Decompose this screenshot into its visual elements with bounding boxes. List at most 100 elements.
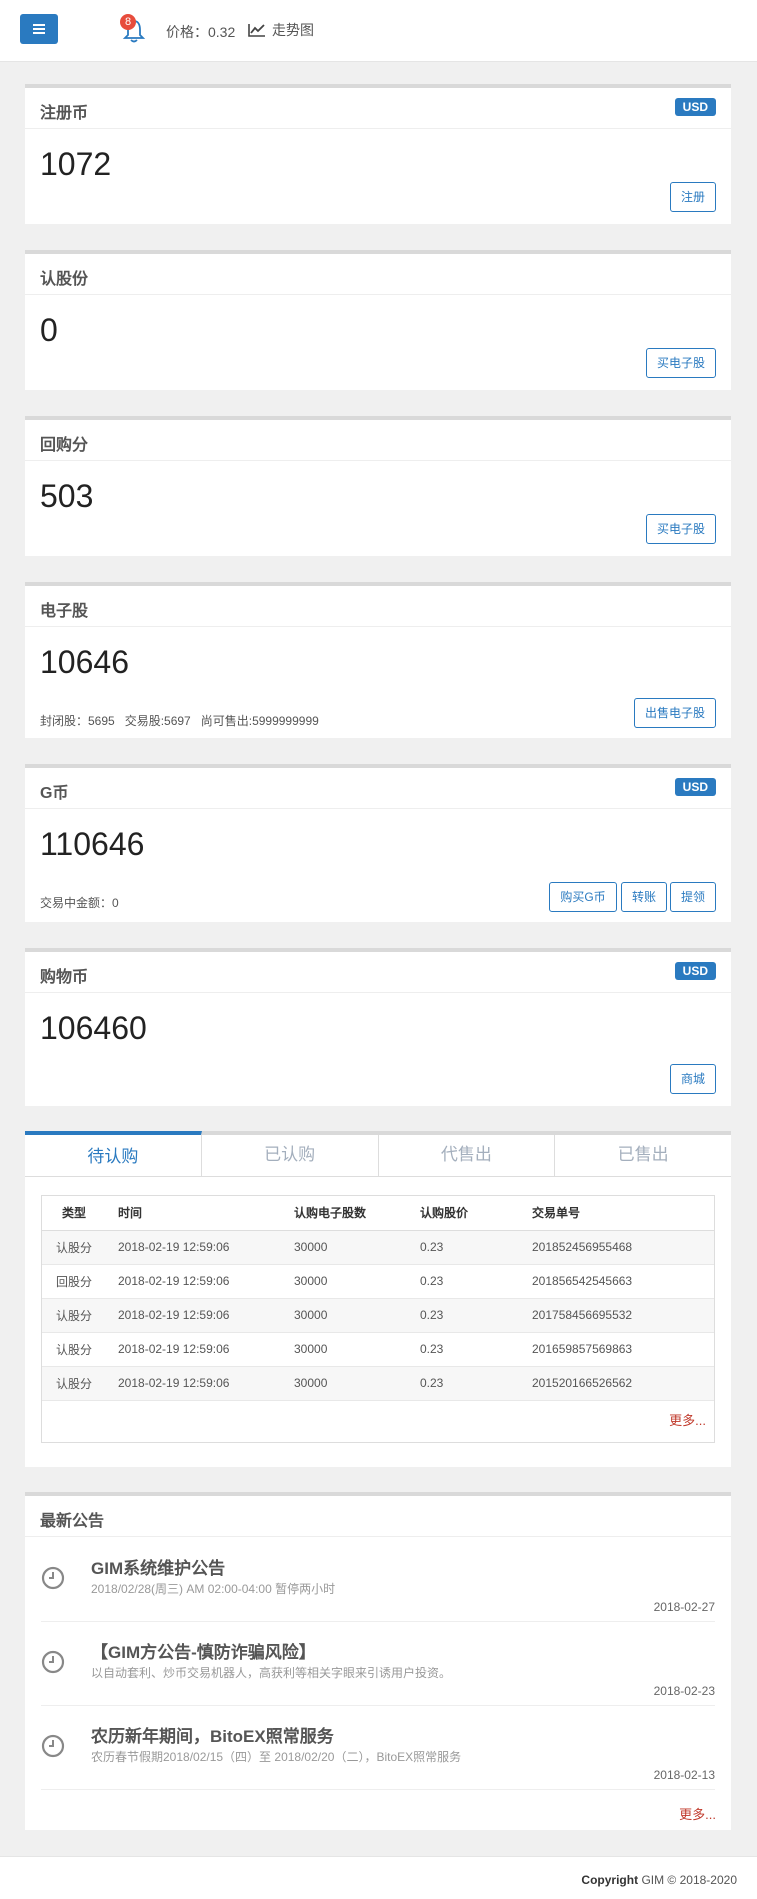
- card-header: 认股份: [25, 254, 731, 295]
- table-header-row: 类型 时间 认购电子股数 认购股价 交易单号: [42, 1196, 714, 1231]
- card-header: 注册币 USD: [25, 88, 731, 129]
- card-register-coin: 注册币 USD 1072 注册: [25, 84, 731, 224]
- clock-icon: [41, 1650, 65, 1674]
- table-row: 回股分 2018-02-19 12:59:06 30000 0.23 20185…: [42, 1264, 714, 1299]
- order-tabs: 待认购 已认购 代售出 已售出: [25, 1131, 731, 1177]
- cell-order-no: 201856542545663: [524, 1264, 714, 1299]
- announcement-item[interactable]: GIM系统维护公告 2018/02/28(周三) AM 02:00-04:00 …: [41, 1538, 715, 1622]
- orders-more-link[interactable]: 更多...: [669, 1410, 706, 1429]
- cell-order-no: 201659857569863: [524, 1332, 714, 1367]
- cell-time: 2018-02-19 12:59:06: [110, 1298, 286, 1333]
- trading-amount: 交易中金额：0: [40, 896, 119, 910]
- cell-type: 认股分: [42, 1230, 110, 1265]
- announcements-more-link[interactable]: 更多...: [679, 1804, 716, 1823]
- notification-badge: 8: [120, 14, 136, 30]
- buy-e-shares-button[interactable]: 买电子股: [646, 348, 716, 378]
- announcement-date: 2018-02-13: [653, 1768, 715, 1782]
- cell-count: 30000: [286, 1264, 412, 1299]
- card-subscription-shares: 认股份 0 买电子股: [25, 250, 731, 390]
- cell-count: 30000: [286, 1366, 412, 1401]
- top-bar: 8 价格：0.32 走势图: [0, 0, 757, 62]
- tab-consignment[interactable]: 代售出: [379, 1135, 556, 1176]
- table-row: 认股分 2018-02-19 12:59:06 30000 0.23 20175…: [42, 1298, 714, 1333]
- cell-time: 2018-02-19 12:59:06: [110, 1264, 286, 1299]
- clock-icon: [41, 1566, 65, 1590]
- announcement-item[interactable]: 【GIM方公告-慎防诈骗风险】 以自动套利、炒币交易机器人，高获利等相关字眼来引…: [41, 1622, 715, 1706]
- card-header: 回购分: [25, 420, 731, 461]
- tab-pending-subscription[interactable]: 待认购: [25, 1131, 202, 1176]
- table-row: 认股分 2018-02-19 12:59:06 30000 0.23 20152…: [42, 1366, 714, 1401]
- card-header: 购物币 USD: [25, 952, 731, 993]
- cell-price: 0.23: [412, 1298, 524, 1333]
- transfer-button[interactable]: 转账: [621, 882, 667, 912]
- col-share-price: 认购股价: [412, 1196, 524, 1231]
- tab-sold[interactable]: 已售出: [555, 1135, 731, 1176]
- register-button[interactable]: 注册: [670, 182, 716, 212]
- card-title: G币: [40, 785, 69, 802]
- buy-e-shares-button[interactable]: 买电子股: [646, 514, 716, 544]
- announcements-title: 最新公告: [40, 1513, 105, 1530]
- hamburger-icon: [20, 14, 58, 34]
- card-title: 电子股: [40, 603, 89, 620]
- cell-count: 30000: [286, 1332, 412, 1367]
- currency-badge: USD: [674, 778, 716, 796]
- mall-button[interactable]: 商城: [670, 1064, 716, 1094]
- card-g-coin: G币 USD 110646 交易中金额：0 购买G币 转账 提领: [25, 764, 731, 922]
- withdraw-button[interactable]: 提领: [670, 882, 716, 912]
- col-share-count: 认购电子股数: [286, 1196, 412, 1231]
- menu-toggle-button[interactable]: [20, 14, 58, 44]
- announcement-title[interactable]: 【GIM方公告-慎防诈骗风险】: [91, 1638, 316, 1663]
- card-shopping-coin: 购物币 USD 106460 商城: [25, 948, 731, 1106]
- cell-count: 30000: [286, 1230, 412, 1265]
- announcement-desc: 2018/02/28(周三) AM 02:00-04:00 暂停两小时: [91, 1582, 336, 1596]
- cell-time: 2018-02-19 12:59:06: [110, 1230, 286, 1265]
- table-row: 认股分 2018-02-19 12:59:06 30000 0.23 20165…: [42, 1332, 714, 1367]
- trend-label: 走势图: [272, 22, 314, 38]
- copyright: Copyright GIM © 2018-2020: [581, 1873, 737, 1887]
- clock-icon: [41, 1734, 65, 1758]
- cell-type: 认股分: [42, 1366, 110, 1401]
- announcement-title[interactable]: 农历新年期间，BitoEX照常服务: [91, 1722, 334, 1747]
- card-header: G币 USD: [25, 768, 731, 809]
- announcement-date: 2018-02-27: [653, 1600, 715, 1614]
- currency-badge: USD: [674, 98, 716, 116]
- currency-badge: USD: [674, 962, 716, 980]
- tab-subscribed[interactable]: 已认购: [202, 1135, 379, 1176]
- sell-e-shares-button[interactable]: 出售电子股: [634, 698, 716, 728]
- card-value: 106460: [40, 1010, 147, 1046]
- buy-g-coin-button[interactable]: 购买G币: [549, 882, 617, 912]
- announcements-panel: 最新公告 GIM系统维护公告 2018/02/28(周三) AM 02:00-0…: [25, 1492, 731, 1830]
- table-row: 认股分 2018-02-19 12:59:06 30000 0.23 20185…: [42, 1230, 714, 1265]
- card-e-shares: 电子股 10646 封闭股：5695 交易股:5697 尚可售出:5999999…: [25, 582, 731, 738]
- card-title: 注册币: [40, 105, 89, 122]
- copyright-rest: GIM © 2018-2020: [641, 1873, 737, 1887]
- card-buyback-points: 回购分 503 买电子股: [25, 416, 731, 556]
- cell-price: 0.23: [412, 1230, 524, 1265]
- col-time: 时间: [110, 1196, 286, 1231]
- cell-count: 30000: [286, 1298, 412, 1333]
- orders-panel: 待认购 已认购 代售出 已售出 类型 时间 认购电子股数 认购股价 交易单号 认…: [25, 1131, 731, 1467]
- card-value: 10646: [40, 644, 129, 680]
- announcement-item[interactable]: 农历新年期间，BitoEX照常服务 农历春节假期2018/02/15（四）至 2…: [41, 1706, 715, 1790]
- col-type: 类型: [42, 1196, 110, 1231]
- price-label: 价格：0.32: [166, 24, 236, 40]
- orders-table: 类型 时间 认购电子股数 认购股价 交易单号 认股分 2018-02-19 12…: [42, 1196, 714, 1401]
- card-value: 503: [40, 478, 94, 514]
- card-title: 购物币: [40, 969, 89, 986]
- cell-time: 2018-02-19 12:59:06: [110, 1332, 286, 1367]
- card-title: 回购分: [40, 437, 89, 454]
- announcement-date: 2018-02-23: [653, 1684, 715, 1698]
- cell-type: 认股分: [42, 1332, 110, 1367]
- announcement-title[interactable]: GIM系统维护公告: [91, 1554, 225, 1579]
- share-breakdown: 封闭股：5695 交易股:5697 尚可售出:5999999999: [40, 714, 319, 728]
- cell-type: 认股分: [42, 1298, 110, 1333]
- footer: Copyright GIM © 2018-2020: [0, 1856, 757, 1899]
- cell-type: 回股分: [42, 1264, 110, 1299]
- card-value: 110646: [40, 826, 145, 862]
- orders-table-wrapper: 类型 时间 认购电子股数 认购股价 交易单号 认股分 2018-02-19 12…: [41, 1195, 715, 1443]
- announcement-desc: 农历春节假期2018/02/15（四）至 2018/02/20（二），BitoE…: [91, 1750, 462, 1764]
- cell-order-no: 201852456955468: [524, 1230, 714, 1265]
- cell-order-no: 201758456695532: [524, 1298, 714, 1333]
- line-chart-icon: [248, 24, 265, 37]
- trend-chart-link[interactable]: 走势图: [248, 20, 314, 40]
